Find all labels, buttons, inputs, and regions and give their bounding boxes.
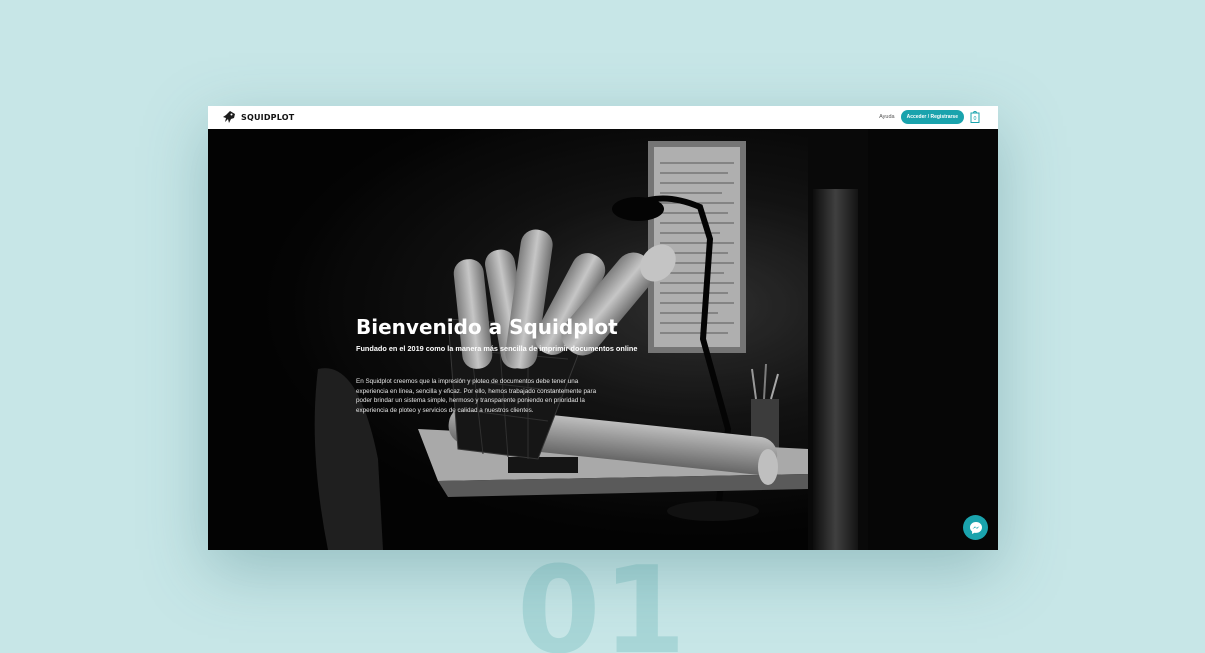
- nav-actions: Ayuda Acceder / Registrarse 0: [879, 110, 980, 124]
- hero-subtitle: Fundado en el 2019 como la manera más se…: [356, 344, 638, 353]
- hero-section: Bienvenido a Squidplot Fundado en el 201…: [208, 129, 998, 550]
- messenger-chat-button[interactable]: [963, 515, 988, 540]
- hero-description: En Squidplot creemos que la impresión y …: [356, 378, 597, 415]
- login-register-button[interactable]: Acceder / Registrarse: [900, 110, 964, 124]
- brand-name: SQUIDPLOT: [241, 112, 295, 122]
- messenger-icon: [969, 521, 982, 534]
- navbar: SQUIDPLOT Ayuda Acceder / Registrarse 0: [208, 106, 998, 129]
- hero-title: Bienvenido a Squidplot: [356, 315, 618, 339]
- showcase-number: 01: [517, 542, 688, 653]
- svg-text:0: 0: [973, 116, 976, 122]
- squid-logo-icon: [223, 111, 235, 123]
- help-link[interactable]: Ayuda: [879, 114, 895, 120]
- showcase-stage: 01 Bienvenido a Squidplot Fundado en el …: [0, 0, 1205, 653]
- browser-window: Bienvenido a Squidplot Fundado en el 201…: [208, 106, 998, 550]
- brand-logo[interactable]: SQUIDPLOT: [222, 110, 294, 124]
- hero-background-photo: [208, 129, 998, 550]
- cart-icon[interactable]: 0: [970, 111, 980, 123]
